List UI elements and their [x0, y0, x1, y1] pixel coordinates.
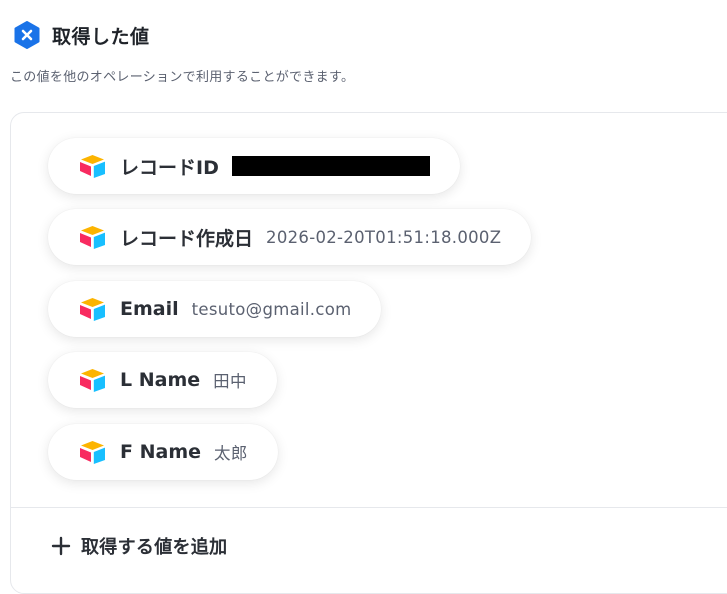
field-chip-l-name[interactable]: L Name 田中 [48, 352, 277, 408]
field-label: レコードID [120, 156, 219, 179]
field-label: レコード作成日 [120, 227, 254, 250]
field-chip-created-date[interactable]: レコード作成日 2026-02-20T01:51:18.000Z [48, 209, 532, 265]
panel-divider [11, 507, 727, 508]
field-value: 2026-02-20T01:51:18.000Z [266, 227, 502, 247]
plus-icon [51, 536, 71, 556]
airtable-icon [80, 369, 105, 392]
yoom-hex-icon [14, 21, 40, 49]
field-value: 太郎 [214, 444, 248, 463]
field-chip-email[interactable]: Email tesuto@gmail.com [48, 281, 382, 337]
airtable-icon [80, 298, 105, 321]
redacted-value [231, 156, 430, 176]
field-label: L Name [120, 369, 201, 391]
section-title: 取得した値 [52, 25, 150, 48]
values-panel: レコードID レコード作成日 2026-02-20T01:51:18.000Z … [10, 112, 727, 594]
airtable-icon [80, 155, 105, 178]
section-header: 取得した値 [12, 20, 150, 50]
add-value-button[interactable]: 取得する値を追加 [51, 533, 227, 559]
airtable-icon [80, 441, 105, 464]
field-label: F Name [120, 441, 202, 463]
field-chip-f-name[interactable]: F Name 太郎 [48, 424, 278, 480]
field-value: 田中 [213, 372, 247, 391]
airtable-icon [80, 226, 105, 249]
field-chip-record-id[interactable]: レコードID [48, 138, 460, 194]
add-value-label: 取得する値を追加 [81, 537, 228, 558]
field-label: Email [120, 298, 179, 320]
field-value: tesuto@gmail.com [191, 299, 352, 319]
section-description: この値を他のオペレーションで利用することができます。 [10, 70, 355, 85]
